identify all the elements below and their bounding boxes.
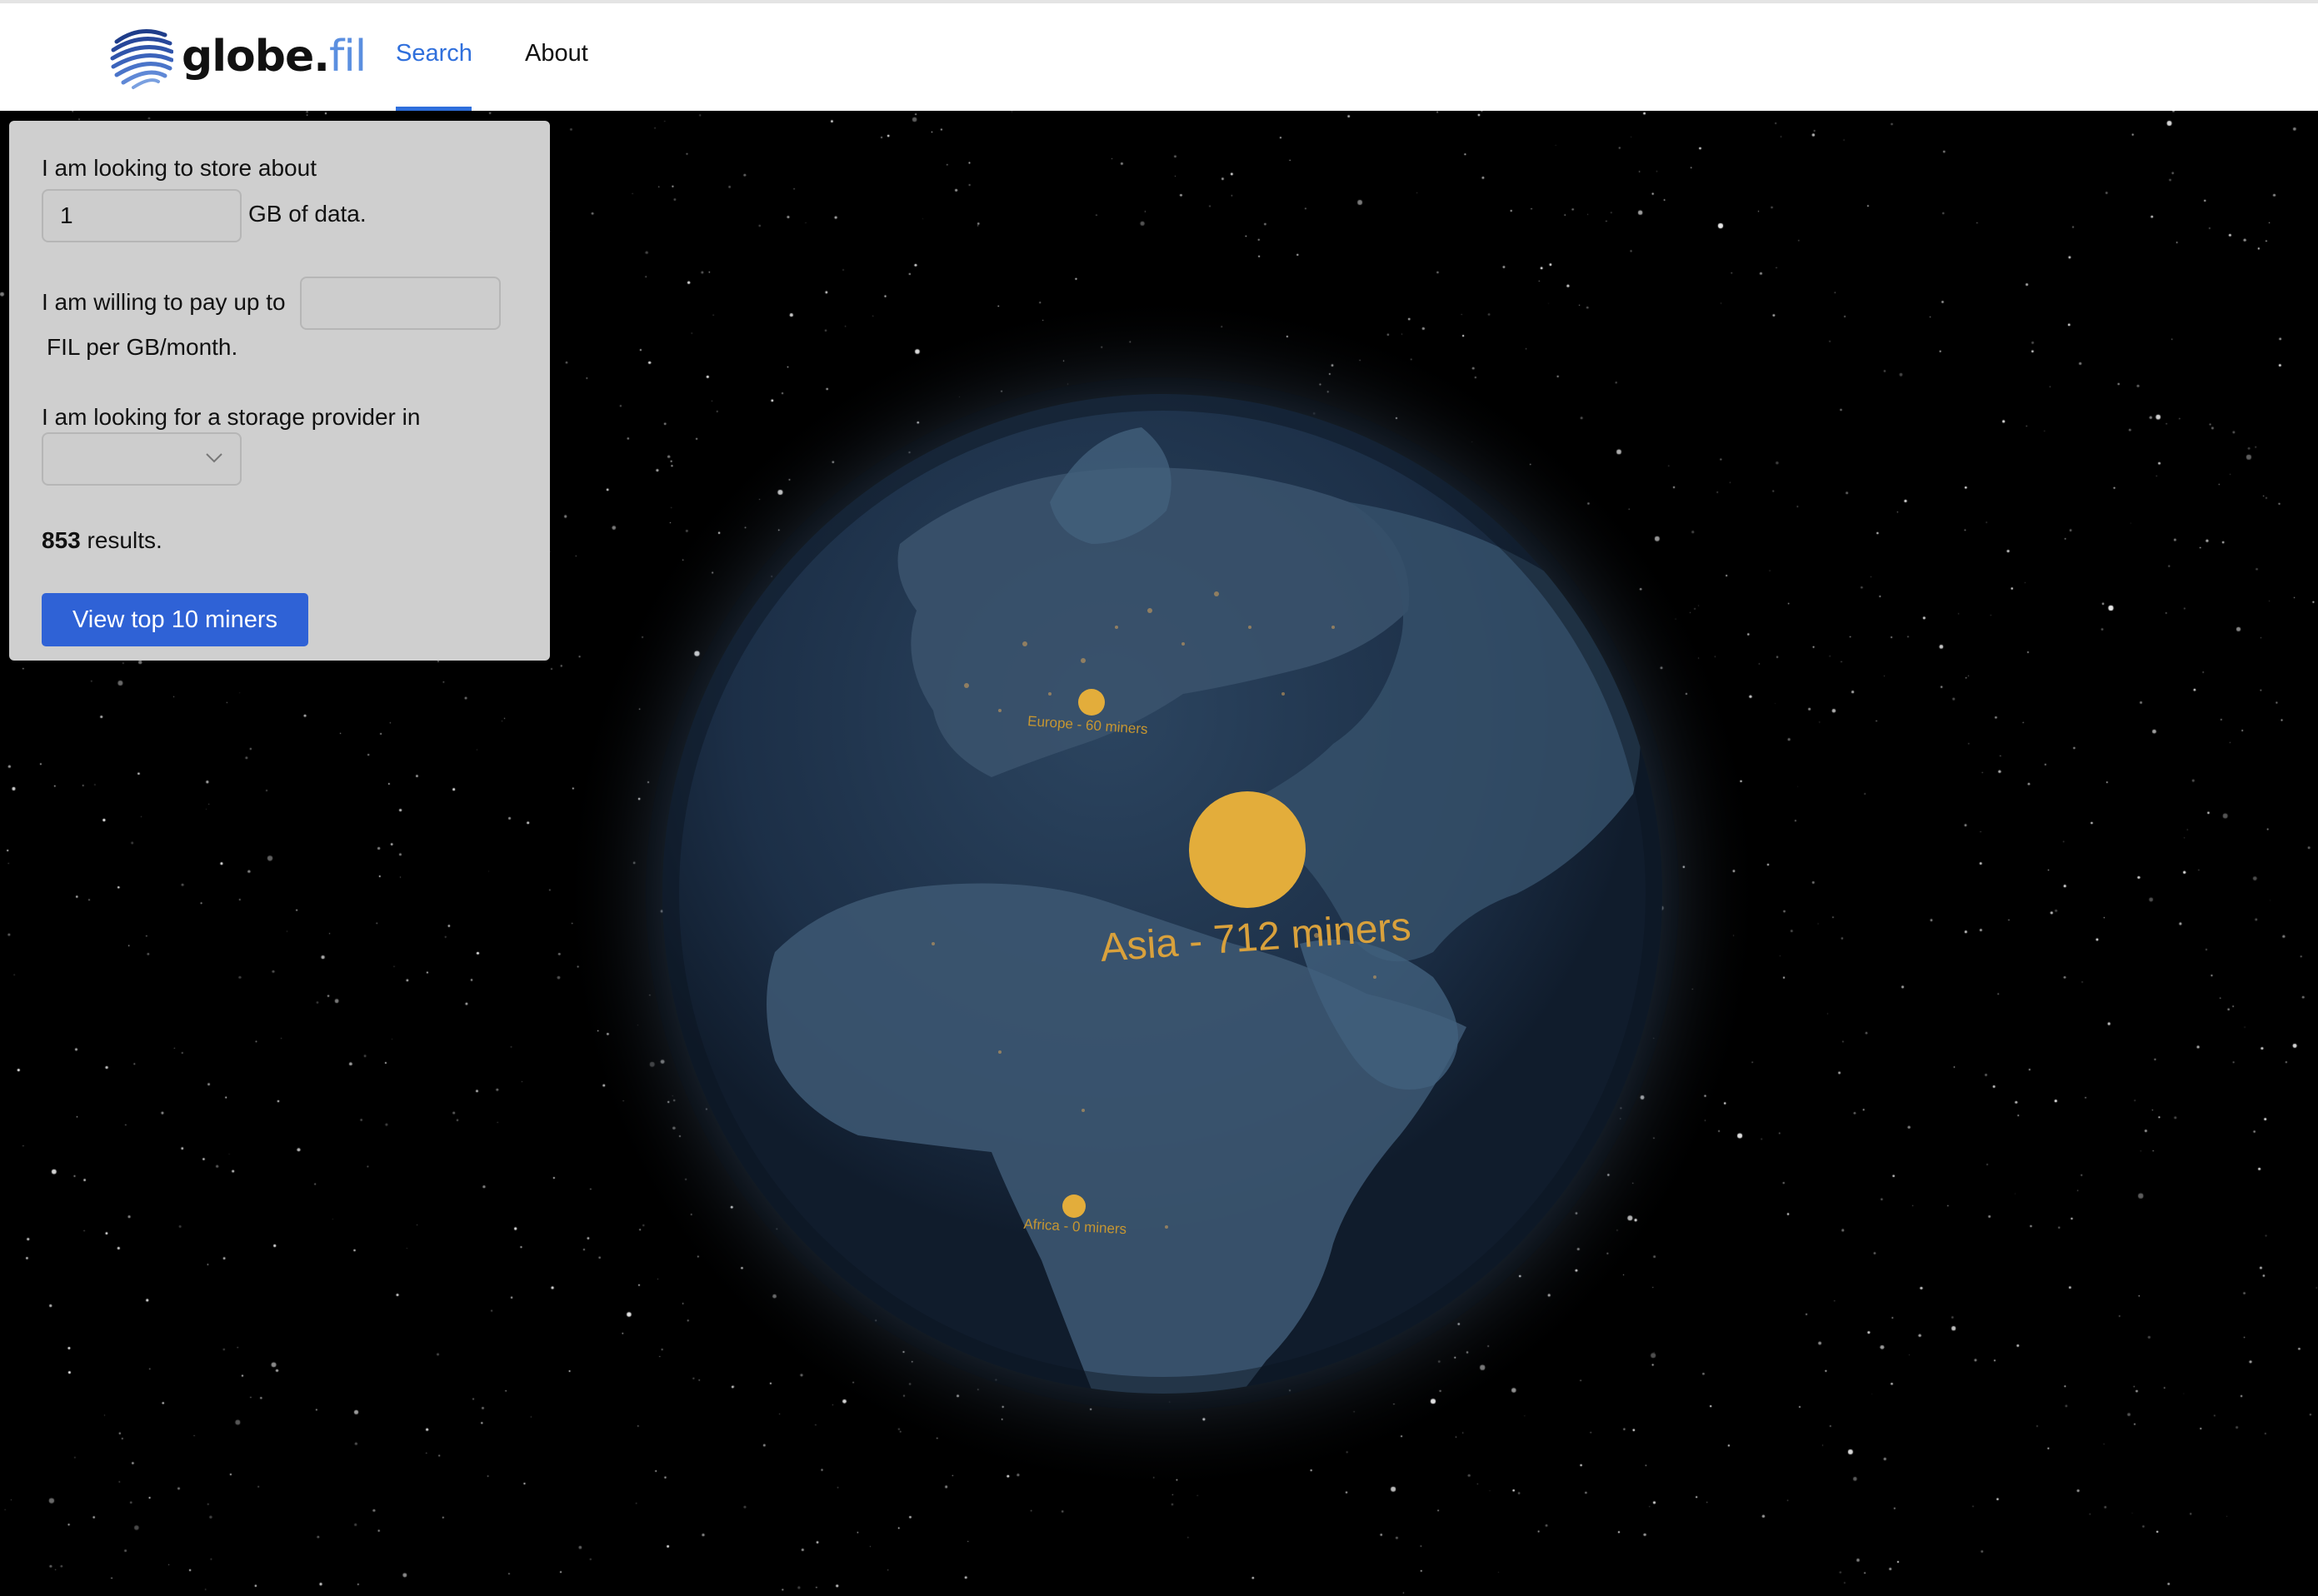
results-count: 853 (42, 527, 81, 553)
chevron-down-icon (206, 453, 222, 463)
marker-dot[interactable] (1078, 689, 1105, 716)
nav-about-link[interactable]: About (525, 40, 588, 67)
store-amount-input[interactable] (42, 189, 242, 242)
view-top-miners-button[interactable]: View top 10 miners (42, 593, 308, 646)
marker-dot[interactable] (1189, 791, 1306, 908)
marker-dot[interactable] (1062, 1195, 1086, 1218)
nav-search-link[interactable]: Search (396, 40, 472, 67)
region-select[interactable] (42, 432, 242, 486)
search-panel: I am looking to store about GB of data. … (9, 121, 550, 661)
results-label: results. (87, 527, 162, 553)
top-navbar: globe.fil Search About (0, 3, 2318, 111)
brand-name: globe.fil (182, 32, 367, 82)
results-summary: 853 results. (42, 527, 162, 554)
price-unit-label: FIL per GB/month. (47, 334, 238, 360)
store-unit-label: GB of data. (248, 201, 367, 227)
globe-swirl-icon (110, 29, 173, 89)
brand-logo[interactable]: globe.fil (110, 22, 367, 92)
store-amount-label: I am looking to store about (42, 155, 317, 181)
max-price-label: I am willing to pay up to (42, 289, 286, 315)
max-price-input[interactable] (300, 277, 501, 330)
region-label: I am looking for a storage provider in (42, 404, 421, 430)
